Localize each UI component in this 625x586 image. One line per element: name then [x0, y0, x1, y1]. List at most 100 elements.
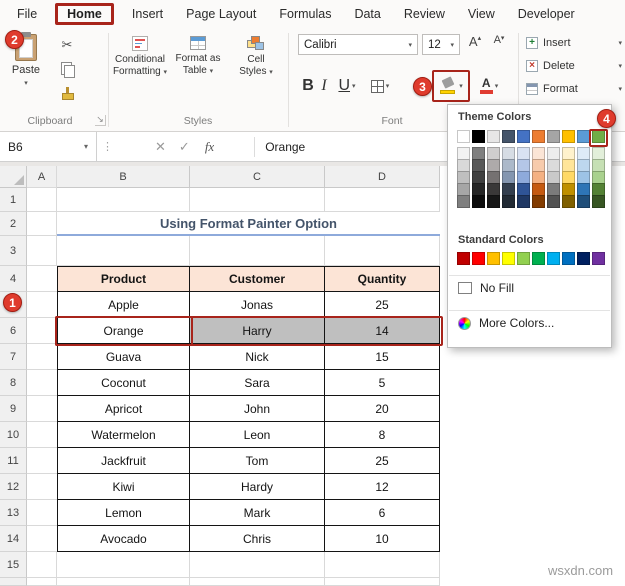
color-swatch[interactable]: [577, 195, 590, 208]
cell[interactable]: [27, 292, 57, 318]
cell[interactable]: [27, 236, 57, 266]
tab-formulas[interactable]: Formulas: [274, 3, 336, 25]
cell[interactable]: [57, 188, 190, 212]
cell[interactable]: [57, 578, 190, 586]
column-header-b[interactable]: B: [57, 166, 190, 188]
cell[interactable]: [27, 212, 57, 236]
color-swatch[interactable]: [562, 130, 575, 143]
color-swatch[interactable]: [592, 130, 605, 143]
name-box[interactable]: B6 ▾: [0, 132, 97, 161]
color-swatch[interactable]: [472, 130, 485, 143]
cell[interactable]: [27, 188, 57, 212]
row-header[interactable]: 7: [0, 344, 27, 370]
cell[interactable]: Lemon: [57, 500, 190, 526]
cell[interactable]: [27, 474, 57, 500]
column-header-d[interactable]: D: [325, 166, 440, 188]
delete-cells-button[interactable]: × Delete ▾: [526, 57, 622, 75]
cell[interactable]: [27, 500, 57, 526]
cell[interactable]: [27, 396, 57, 422]
cancel-entry-icon[interactable]: ✕: [155, 139, 166, 155]
cell[interactable]: 10: [325, 526, 440, 552]
cell[interactable]: Apricot: [57, 396, 190, 422]
cell[interactable]: [325, 578, 440, 586]
cell[interactable]: Mark: [190, 500, 325, 526]
cell-styles-button[interactable]: Cell Styles ▾: [228, 34, 284, 112]
cell[interactable]: 20: [325, 396, 440, 422]
color-swatch[interactable]: [457, 130, 470, 143]
cell[interactable]: Avocado: [57, 526, 190, 552]
name-box-arrow-icon[interactable]: ▾: [84, 142, 88, 151]
cell[interactable]: Leon: [190, 422, 325, 448]
color-swatch[interactable]: [502, 130, 515, 143]
cut-button[interactable]: ✂: [50, 35, 84, 55]
font-name-combo[interactable]: Calibri ▾: [298, 34, 418, 55]
color-swatch[interactable]: [487, 252, 500, 265]
cell[interactable]: [325, 552, 440, 578]
cell[interactable]: [27, 318, 57, 344]
cell[interactable]: [27, 266, 57, 292]
color-swatch[interactable]: [562, 252, 575, 265]
format-painter-button[interactable]: [50, 83, 84, 103]
color-swatch[interactable]: [472, 195, 485, 208]
row-header[interactable]: 12: [0, 474, 27, 500]
color-swatch[interactable]: [532, 252, 545, 265]
row-header[interactable]: [0, 578, 27, 586]
cell[interactable]: 25: [325, 448, 440, 474]
row-header[interactable]: 4: [0, 266, 27, 292]
cell[interactable]: [190, 236, 325, 266]
formula-bar-value[interactable]: Orange: [265, 140, 305, 154]
cell[interactable]: 25: [325, 292, 440, 318]
cell[interactable]: [27, 578, 57, 586]
cell[interactable]: [27, 422, 57, 448]
cell[interactable]: [27, 448, 57, 474]
cell[interactable]: [27, 370, 57, 396]
insert-cells-button[interactable]: + Insert ▾: [526, 34, 622, 52]
cell[interactable]: Watermelon: [57, 422, 190, 448]
decrease-font-size-button[interactable]: A ▾: [488, 34, 510, 55]
color-swatch[interactable]: [532, 195, 545, 208]
cell[interactable]: Apple: [57, 292, 190, 318]
confirm-entry-icon[interactable]: ✓: [179, 139, 190, 155]
formula-bar-handle[interactable]: ⋮: [102, 140, 113, 153]
cell[interactable]: 12: [325, 474, 440, 500]
table-header-customer[interactable]: Customer: [190, 266, 325, 292]
color-swatch[interactable]: [487, 195, 500, 208]
bold-button[interactable]: B: [300, 74, 316, 98]
cell[interactable]: Coconut: [57, 370, 190, 396]
cell[interactable]: John: [190, 396, 325, 422]
cell[interactable]: [190, 552, 325, 578]
tab-file[interactable]: File: [12, 3, 42, 25]
color-swatch[interactable]: [562, 195, 575, 208]
cell[interactable]: [57, 552, 190, 578]
row-header[interactable]: 10: [0, 422, 27, 448]
column-header-c[interactable]: C: [190, 166, 325, 188]
cell[interactable]: [57, 236, 190, 266]
cell[interactable]: 14: [325, 318, 440, 344]
cell[interactable]: [27, 344, 57, 370]
cell[interactable]: [27, 526, 57, 552]
borders-button[interactable]: ▾: [366, 74, 394, 98]
cell[interactable]: 6: [325, 500, 440, 526]
format-cells-button[interactable]: Format ▾: [526, 80, 622, 98]
cell[interactable]: Sara: [190, 370, 325, 396]
row-header[interactable]: 1: [0, 188, 27, 212]
cell[interactable]: 5: [325, 370, 440, 396]
insert-function-icon[interactable]: fx: [205, 139, 214, 155]
tab-home[interactable]: Home: [55, 2, 114, 25]
row-header[interactable]: 13: [0, 500, 27, 526]
cell[interactable]: Jackfruit: [57, 448, 190, 474]
fill-color-dropdown-arrow[interactable]: ▾: [459, 82, 463, 90]
color-swatch[interactable]: [547, 195, 560, 208]
underline-button[interactable]: U ▾: [334, 74, 360, 98]
format-as-table-button[interactable]: Format as Table ▾: [170, 34, 226, 112]
row-header[interactable]: 2: [0, 212, 27, 236]
color-swatch[interactable]: [517, 252, 530, 265]
tab-page-layout[interactable]: Page Layout: [181, 3, 261, 25]
cell[interactable]: [27, 552, 57, 578]
active-cell-b6[interactable]: Orange: [57, 318, 190, 344]
cell[interactable]: Chris: [190, 526, 325, 552]
fill-color-button[interactable]: ▾: [432, 70, 470, 102]
cell[interactable]: 8: [325, 422, 440, 448]
cell[interactable]: [325, 188, 440, 212]
cell[interactable]: Harry: [190, 318, 325, 344]
